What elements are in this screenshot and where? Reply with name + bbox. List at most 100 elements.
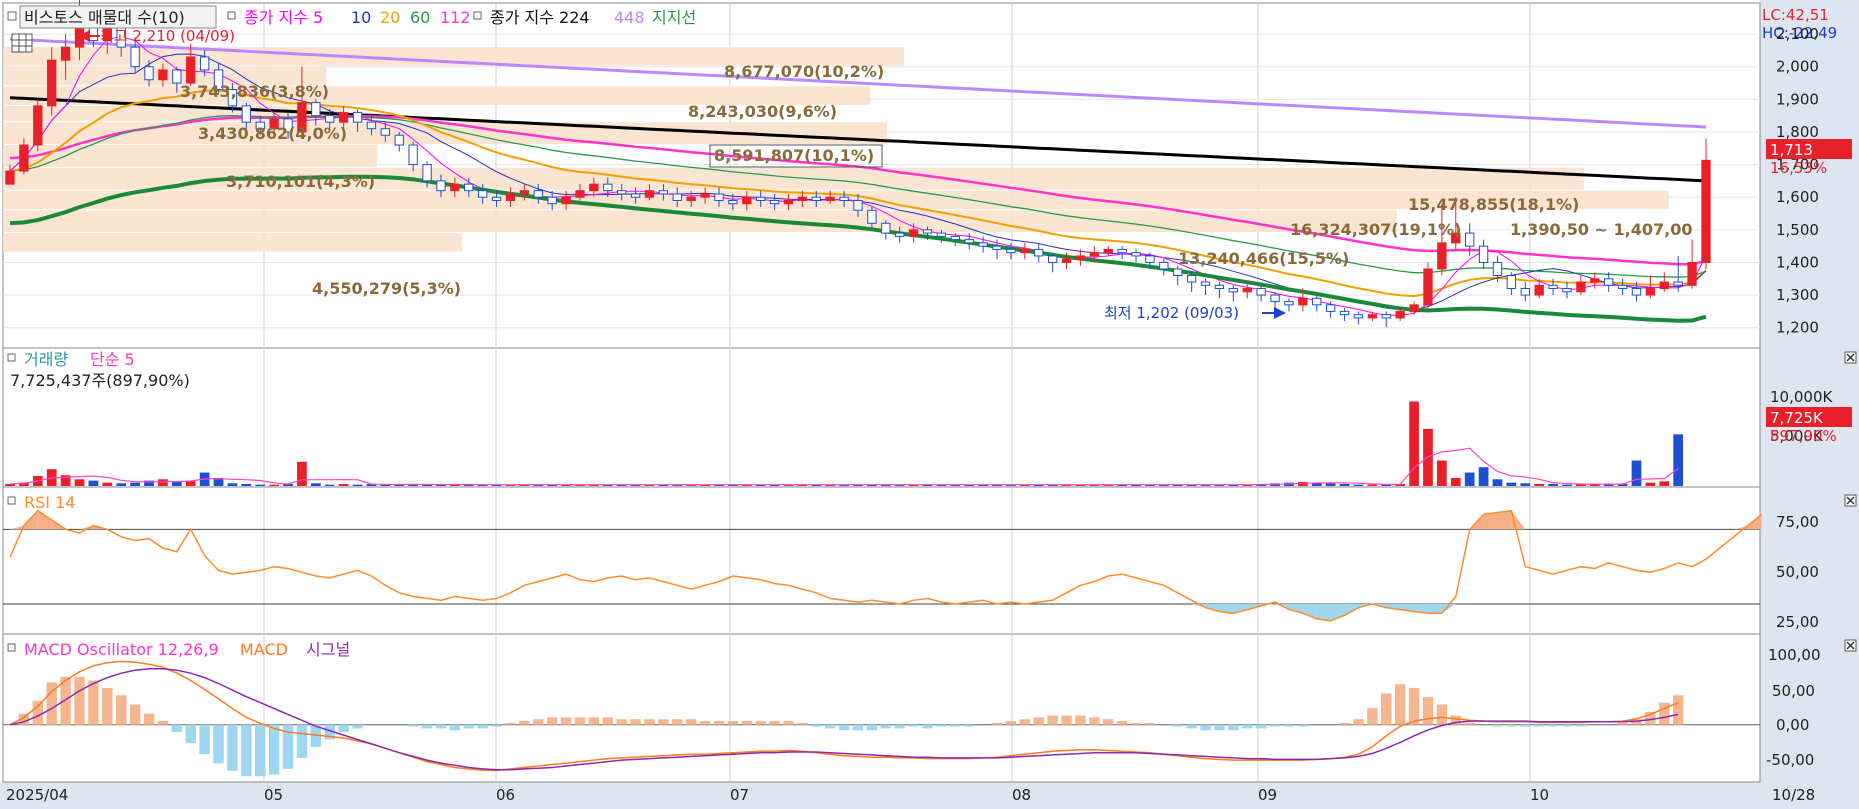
candle-body — [1576, 281, 1586, 293]
macd-oscillator-bar — [644, 719, 655, 725]
macd-oscillator-bar — [1617, 722, 1628, 725]
candle-body — [19, 144, 29, 172]
candle-body — [1242, 288, 1252, 293]
macd-oscillator-bar — [352, 724, 363, 729]
candle-body — [1701, 159, 1711, 263]
macd-oscillator-bar — [88, 680, 99, 725]
volume-info: 7,725,437주(897,90%) — [10, 371, 190, 390]
macd-oscillator-bar — [1047, 715, 1058, 725]
candle-body — [1298, 297, 1308, 306]
candle-body — [1673, 281, 1683, 286]
price-tick-label: 1,600 — [1776, 188, 1819, 206]
volume-bar — [1520, 483, 1531, 486]
candle-body — [742, 196, 752, 205]
volume-bar — [1450, 477, 1461, 486]
candle-body — [1186, 274, 1197, 283]
macd-oscillator-bar — [1367, 708, 1378, 725]
candle-body — [1284, 301, 1294, 306]
x-label-jul: 07 — [730, 786, 749, 804]
lc-label: LC:42,51 — [1762, 6, 1829, 24]
table-icon[interactable] — [11, 33, 33, 53]
candle-body — [1312, 297, 1322, 306]
candle-body — [519, 190, 530, 195]
price-tick-label: 1,200 — [1776, 319, 1819, 337]
macd-oscillator-bar — [602, 717, 613, 725]
macd-oscillator-bar — [102, 687, 113, 725]
macd-oscillator-bar — [741, 721, 752, 725]
candle-body — [1173, 268, 1183, 276]
rsi-close-icon[interactable] — [1844, 494, 1857, 507]
candle-body — [756, 196, 766, 201]
candle-body — [839, 196, 849, 201]
macd-oscillator-bar — [1575, 724, 1587, 727]
candle-body — [547, 196, 557, 205]
legend-p10: 10 — [351, 8, 371, 27]
macd-oscillator-bar — [838, 724, 850, 731]
x-label-jun: 06 — [496, 786, 515, 804]
candle-body — [1492, 261, 1503, 276]
vp-label-1: 8,677,070(10,2%) — [724, 62, 884, 81]
candle-body — [311, 102, 321, 117]
candle-body — [1367, 314, 1378, 319]
candle-body — [60, 46, 71, 61]
macd-close-icon[interactable] — [1844, 639, 1857, 652]
rsi-tick-25: 25,00 — [1776, 613, 1819, 631]
price-tick-label: 1,400 — [1776, 253, 1819, 271]
macd-oscillator-bar — [964, 724, 975, 727]
candle-body — [1437, 242, 1447, 270]
macd-oscillator-bar — [338, 724, 349, 733]
candle-body — [1020, 248, 1030, 254]
rsi-title: RSI 14 — [24, 493, 75, 512]
macd-oscillator-bar — [1506, 724, 1517, 727]
macd-oscillator-bar — [824, 724, 836, 729]
volume-bar — [1409, 401, 1419, 486]
macd-oscillator-bar — [672, 719, 683, 725]
legend-p112: 112 — [440, 8, 471, 27]
volume-bar — [352, 484, 363, 486]
macd-oscillator-bar — [1533, 724, 1545, 727]
macd-tick-100: 100,00 — [1768, 646, 1821, 664]
candle-body — [1089, 252, 1099, 257]
rsi-overbought-fill — [1483, 512, 1498, 530]
low-annotation: 최저 1,202 (09/03) — [1104, 304, 1286, 322]
volume-bar — [310, 483, 321, 486]
candle-body — [1617, 284, 1628, 290]
volume-current-label: 7,725K — [1770, 409, 1824, 427]
macd-oscillator-bar — [435, 724, 447, 729]
volume-bar — [1353, 484, 1364, 486]
candle-body — [505, 193, 516, 201]
candle-body — [853, 199, 863, 211]
rsi-overbought-fill — [37, 510, 52, 530]
candle-body — [1687, 261, 1697, 286]
rsi-panel-border — [2, 486, 1761, 635]
candle-body — [561, 196, 571, 205]
volume-bars — [5, 401, 1684, 486]
volume-close-icon[interactable] — [1844, 351, 1857, 364]
macd-oscillator-bar — [1353, 719, 1364, 725]
candle-body — [338, 111, 349, 123]
candle-body — [672, 193, 682, 201]
macd-oscillator-bar — [1492, 724, 1503, 727]
current-price-label: 1,713 — [1770, 141, 1813, 159]
x-label-may: 05 — [264, 786, 283, 804]
volume-title: 거래량 — [24, 350, 68, 369]
candle-body — [436, 180, 446, 192]
macd-oscillator-bar — [630, 719, 641, 725]
volume-panel-border — [2, 347, 1761, 488]
candle-body — [1659, 281, 1669, 290]
rsi-tick-50: 50,00 — [1776, 563, 1819, 581]
macd-oscillator-bar — [560, 717, 572, 725]
macd-oscillator-bar — [936, 724, 947, 727]
macd-oscillator-bar — [1228, 724, 1239, 731]
legend-marker-box — [7, 11, 17, 21]
candle-body — [394, 134, 404, 146]
macd-osc-title: MACD Oscillator 12,26,9 — [24, 640, 219, 659]
macd-oscillator-bar — [1103, 719, 1114, 725]
volume-bar — [1325, 483, 1336, 486]
vp-label-7: 15,478,855(18,1%) — [1408, 195, 1579, 214]
candle-body — [1548, 284, 1558, 290]
candle-body — [47, 59, 57, 107]
vp-label-2: 3,743,836(3,8%) — [180, 82, 329, 101]
volume-bar — [1478, 467, 1489, 486]
price-tick-label: 2,100 — [1776, 25, 1819, 43]
